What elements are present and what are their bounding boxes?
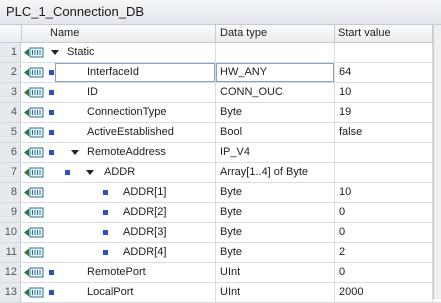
interface-section-icon (24, 187, 44, 198)
row-number[interactable]: 9 (0, 203, 21, 222)
cell-start-value[interactable]: 0 (339, 203, 345, 222)
element-bullet-icon (103, 210, 108, 215)
table-row[interactable]: 9 ADDR[2] Byte 0 (0, 203, 441, 223)
element-bullet-icon (49, 110, 54, 115)
table-row[interactable]: 3 ID CONN_OUC 10 (0, 83, 441, 103)
row-number[interactable]: 4 (0, 103, 21, 122)
cell-data-type[interactable]: Byte (220, 223, 242, 242)
element-bullet-icon (49, 70, 54, 75)
cell-data-type[interactable]: Byte (220, 243, 242, 262)
cell-start-value[interactable]: 19 (339, 103, 351, 122)
row-number[interactable]: 12 (0, 263, 21, 282)
cell-data-type[interactable]: UInt (220, 263, 240, 282)
element-bullet-icon (103, 230, 108, 235)
interface-section-icon (24, 287, 44, 298)
row-number[interactable]: 10 (0, 223, 21, 242)
cell-start-value[interactable]: 0 (339, 263, 345, 282)
cell-name[interactable]: ADDR[1] (123, 183, 166, 202)
cell-start-value[interactable]: 2000 (339, 283, 363, 302)
element-bullet-icon (49, 290, 54, 295)
cell-data-type[interactable]: IP_V4 (220, 143, 250, 162)
element-bullet-icon (103, 250, 108, 255)
interface-section-icon (24, 107, 44, 118)
column-header-start-value[interactable]: Start value (338, 27, 391, 39)
cell-name[interactable]: LocalPort (87, 283, 133, 302)
row-number[interactable]: 2 (0, 63, 21, 82)
cell-start-value[interactable]: 2 (339, 243, 345, 262)
table-row[interactable]: 12 RemotePort UInt 0 (0, 263, 441, 283)
row-number[interactable]: 6 (0, 143, 21, 162)
cell-start-value[interactable]: 64 (339, 63, 351, 82)
interface-section-icon (24, 227, 44, 238)
block-title: PLC_1_Connection_DB (6, 4, 145, 19)
cell-name[interactable]: ADDR[2] (123, 203, 166, 222)
expand-chevron-down-icon[interactable] (51, 50, 59, 55)
element-bullet-icon (49, 270, 54, 275)
interface-section-icon (24, 207, 44, 218)
expand-chevron-down-icon[interactable] (86, 170, 94, 175)
row-number[interactable]: 11 (0, 243, 21, 262)
retain-column (433, 25, 441, 299)
cell-name[interactable]: ADDR[3] (123, 223, 166, 242)
table-row[interactable]: 10 ADDR[3] Byte 0 (0, 223, 441, 243)
row-number[interactable]: 8 (0, 183, 21, 202)
cell-data-type[interactable]: Byte (220, 103, 242, 122)
interface-section-icon (24, 167, 44, 178)
row-number[interactable]: 5 (0, 123, 21, 142)
expand-chevron-down-icon[interactable] (71, 150, 79, 155)
table-row[interactable]: 6 RemoteAddress IP_V4 (0, 143, 441, 163)
cell-name[interactable]: ActiveEstablished (87, 123, 174, 142)
element-bullet-icon (49, 130, 54, 135)
table-row[interactable]: 8 ADDR[1] Byte 10 (0, 183, 441, 203)
column-header-data-type[interactable]: Data type (220, 27, 267, 39)
table-row[interactable]: 13 LocalPort UInt 2000 (0, 283, 441, 303)
table-row[interactable]: 4 ConnectionType Byte 19 (0, 103, 441, 123)
row-number[interactable]: 13 (0, 283, 21, 302)
interface-section-icon (24, 47, 44, 58)
cell-name[interactable]: ID (87, 83, 98, 102)
table-row[interactable]: 1 Static (0, 43, 441, 63)
cell-data-type[interactable]: UInt (220, 283, 240, 302)
element-bullet-icon (49, 150, 54, 155)
table-row[interactable]: 2 InterfaceId HW_ANY 64 (0, 63, 441, 83)
block-interface-table: Name Data type Start value R 1 Static2Int… (0, 25, 441, 303)
cell-start-value[interactable]: 0 (339, 223, 345, 242)
cell-start-value[interactable]: 10 (339, 83, 351, 102)
cell-data-type[interactable]: Byte (220, 183, 242, 202)
cell-name[interactable]: RemoteAddress (87, 143, 166, 162)
interface-section-icon (24, 87, 44, 98)
row-number[interactable]: 3 (0, 83, 21, 102)
cell-name[interactable]: RemotePort (87, 263, 146, 282)
interface-section-icon (24, 67, 44, 78)
element-bullet-icon (103, 190, 108, 195)
cell-start-value[interactable]: 10 (339, 183, 351, 202)
interface-section-icon (24, 127, 44, 138)
table-row[interactable]: 7 ADDR Array[1..4] of Byte (0, 163, 441, 183)
cell-name[interactable]: ADDR[4] (123, 243, 166, 262)
row-number[interactable]: 1 (0, 43, 21, 62)
block-title-bar: PLC_1_Connection_DB (0, 0, 441, 25)
cell-data-type[interactable]: CONN_OUC (220, 83, 283, 102)
element-bullet-icon (49, 90, 54, 95)
table-header: Name Data type Start value R (0, 25, 441, 43)
cell-name[interactable]: ADDR (104, 163, 135, 182)
interface-section-icon (24, 247, 44, 258)
row-number[interactable]: 7 (0, 163, 21, 182)
table-row[interactable]: 5 ActiveEstablished Bool false (0, 123, 441, 143)
cell-data-type[interactable]: Byte (220, 203, 242, 222)
cell-name[interactable]: ConnectionType (87, 103, 167, 122)
cell-data-type[interactable]: Array[1..4] of Byte (220, 163, 308, 182)
cell-name[interactable]: Static (67, 43, 95, 62)
element-bullet-icon (65, 170, 70, 175)
interface-section-icon (24, 267, 44, 278)
column-header-name[interactable]: Name (50, 27, 79, 39)
interface-section-icon (24, 147, 44, 158)
cell-start-value[interactable]: false (339, 123, 362, 142)
table-row[interactable]: 11 ADDR[4] Byte 2 (0, 243, 441, 263)
cell-data-type[interactable]: Bool (220, 123, 242, 142)
